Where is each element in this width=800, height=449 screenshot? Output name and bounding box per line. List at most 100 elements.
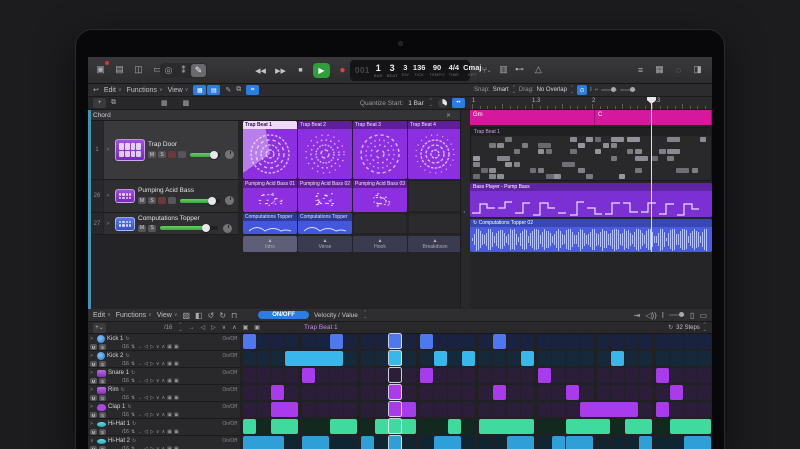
step-cell[interactable]	[316, 334, 329, 349]
step-cell[interactable]	[257, 368, 270, 383]
step-cell[interactable]	[243, 368, 256, 383]
row-disclosure-icon[interactable]: >	[90, 370, 95, 376]
active-pattern-name[interactable]: Trap Beat 1	[304, 324, 338, 331]
step-cell[interactable]	[507, 334, 520, 349]
step-cell-active[interactable]	[330, 334, 343, 349]
mute-button[interactable]: M	[138, 197, 146, 204]
step-cell-active[interactable]	[420, 334, 433, 349]
row-div-stepper[interactable]: ⇅	[131, 361, 135, 367]
pattern-browser-icon[interactable]: ▦	[161, 99, 168, 107]
octave-down-icon[interactable]: ∨	[222, 324, 226, 331]
step-cell[interactable]	[538, 419, 551, 434]
row-down-icon[interactable]: ∨	[156, 344, 160, 350]
track-header-computations-topper[interactable]: 27 > Computations Topper M S	[91, 213, 238, 235]
row-loop-icon[interactable]: ↻	[121, 387, 125, 393]
row-paste-icon[interactable]: ▣	[174, 361, 179, 367]
row-disclosure-icon[interactable]: ∨	[90, 438, 95, 444]
step-cell[interactable]	[493, 436, 506, 449]
step-rate-stepper[interactable]: ⌃ ⌄	[178, 323, 182, 333]
row-down-icon[interactable]: ∨	[156, 361, 160, 367]
loop-cell-trap-beat-3[interactable]: Trap Beat 3	[353, 121, 407, 179]
loop-cell-trap-beat-1[interactable]: Trap Beat 1	[243, 121, 297, 179]
mute-button[interactable]: M	[138, 224, 146, 232]
step-cell[interactable]	[420, 436, 433, 449]
row-down-icon[interactable]: ∨	[156, 378, 160, 384]
step-cell[interactable]	[462, 419, 475, 434]
step-cell[interactable]	[656, 334, 669, 349]
output-icon[interactable]: ◨	[691, 63, 704, 76]
region-trap-beat[interactable]: Trap Beat 1	[470, 127, 712, 181]
row-solo-button[interactable]: S	[99, 395, 106, 401]
step-cell[interactable]	[375, 351, 388, 366]
row-copy-icon[interactable]: ▣	[167, 344, 172, 350]
row-disclosure-icon[interactable]: >	[90, 421, 95, 427]
seq-menu-view[interactable]: View ∨	[157, 312, 178, 319]
step-cell-active[interactable]	[271, 419, 298, 434]
track-header-trap-door[interactable]: 1 > Trap Door M S	[91, 121, 238, 180]
rotate-steps-icon[interactable]: →	[189, 325, 195, 331]
row-solo-button[interactable]: S	[99, 378, 106, 384]
step-cell[interactable]	[552, 351, 565, 366]
row-rotate-icon[interactable]: →	[137, 429, 142, 435]
snap-value[interactable]: Smart	[493, 87, 509, 93]
midi-capture-icon[interactable]: ⌗	[246, 85, 260, 95]
row-loop-icon[interactable]: ↻	[132, 421, 136, 427]
step-cell[interactable]	[597, 351, 610, 366]
step-cell[interactable]	[361, 334, 374, 349]
row-shift-right-icon[interactable]: ▷	[150, 344, 154, 350]
row-shift-right-icon[interactable]: ▷	[150, 412, 154, 418]
row-copy-icon[interactable]: ▣	[167, 395, 172, 401]
step-cell[interactable]	[538, 436, 551, 449]
step-cell-active[interactable]	[479, 419, 534, 434]
step-cell[interactable]	[656, 385, 669, 400]
solo-button[interactable]: S	[148, 224, 156, 232]
row-loop-icon[interactable]: ↻	[125, 336, 129, 342]
step-cell[interactable]	[271, 368, 284, 383]
step-cell[interactable]	[552, 334, 565, 349]
step-cell[interactable]	[420, 419, 433, 434]
row-shift-left-icon[interactable]: ◁	[144, 361, 148, 367]
step-cell[interactable]	[611, 419, 624, 434]
step-cell-active[interactable]	[462, 351, 475, 366]
step-cell[interactable]	[257, 419, 270, 434]
row-rotate-icon[interactable]: →	[137, 361, 142, 367]
row-loop-icon[interactable]: ↻	[132, 438, 136, 444]
seq-row-header-clap-1[interactable]: > Clap 1 ↻ On/Off M S/16 ⇅ → ◁ ▷ ∨ ∧ ▣ ▣	[88, 402, 240, 419]
step-cell-active[interactable]	[656, 368, 669, 383]
list-editors-icon[interactable]: ≡	[634, 63, 647, 76]
step-cell-active[interactable]	[302, 436, 329, 449]
step-cell[interactable]	[302, 334, 315, 349]
row-paste-icon[interactable]: ▣	[174, 429, 179, 435]
loop-cell-empty[interactable]	[408, 180, 462, 212]
step-cell[interactable]	[656, 351, 669, 366]
row-paste-icon[interactable]: ▣	[174, 378, 179, 384]
step-cell[interactable]	[462, 402, 475, 417]
edit-mode-stepper[interactable]: ⌃ ⌄	[363, 310, 367, 320]
row-div-stepper[interactable]: ⇅	[131, 344, 135, 350]
step-cell[interactable]	[271, 334, 284, 349]
play-button[interactable]: ▶	[313, 63, 330, 78]
step-cell[interactable]	[243, 351, 256, 366]
step-cell[interactable]	[344, 402, 357, 417]
step-cell[interactable]	[344, 368, 357, 383]
step-cell[interactable]	[375, 402, 388, 417]
row-down-icon[interactable]: ∨	[156, 429, 160, 435]
step-cell[interactable]	[448, 368, 461, 383]
row-down-icon[interactable]: ∨	[156, 412, 160, 418]
row-shift-left-icon[interactable]: ◁	[144, 395, 148, 401]
loop-cell-computations-topper[interactable]: Computations Topper	[243, 213, 297, 234]
row-div-stepper[interactable]: ⇅	[131, 395, 135, 401]
step-cell[interactable]	[625, 436, 638, 449]
text-cursor-icon[interactable]: I	[590, 87, 592, 93]
step-cell[interactable]	[330, 436, 343, 449]
zoom-tool-icon[interactable]: ⁑	[176, 64, 191, 77]
rotate-left-icon[interactable]: ↺	[208, 311, 215, 320]
row-shift-right-icon[interactable]: ▷	[150, 361, 154, 367]
row-up-icon[interactable]: ∧	[162, 344, 166, 350]
row-copy-icon[interactable]: ▣	[167, 378, 172, 384]
row-loop-icon[interactable]: ↻	[131, 370, 135, 376]
step-cell[interactable]	[521, 402, 534, 417]
library-icon[interactable]: ▣	[94, 61, 109, 76]
seq-row-header-kick-2[interactable]: > Kick 2 ↻ On/Off M S/16 ⇅ → ◁ ▷ ∨ ∧ ▣ ▣	[88, 351, 240, 368]
region-bass-player[interactable]: Bass Player - Pump Bass	[470, 183, 712, 217]
